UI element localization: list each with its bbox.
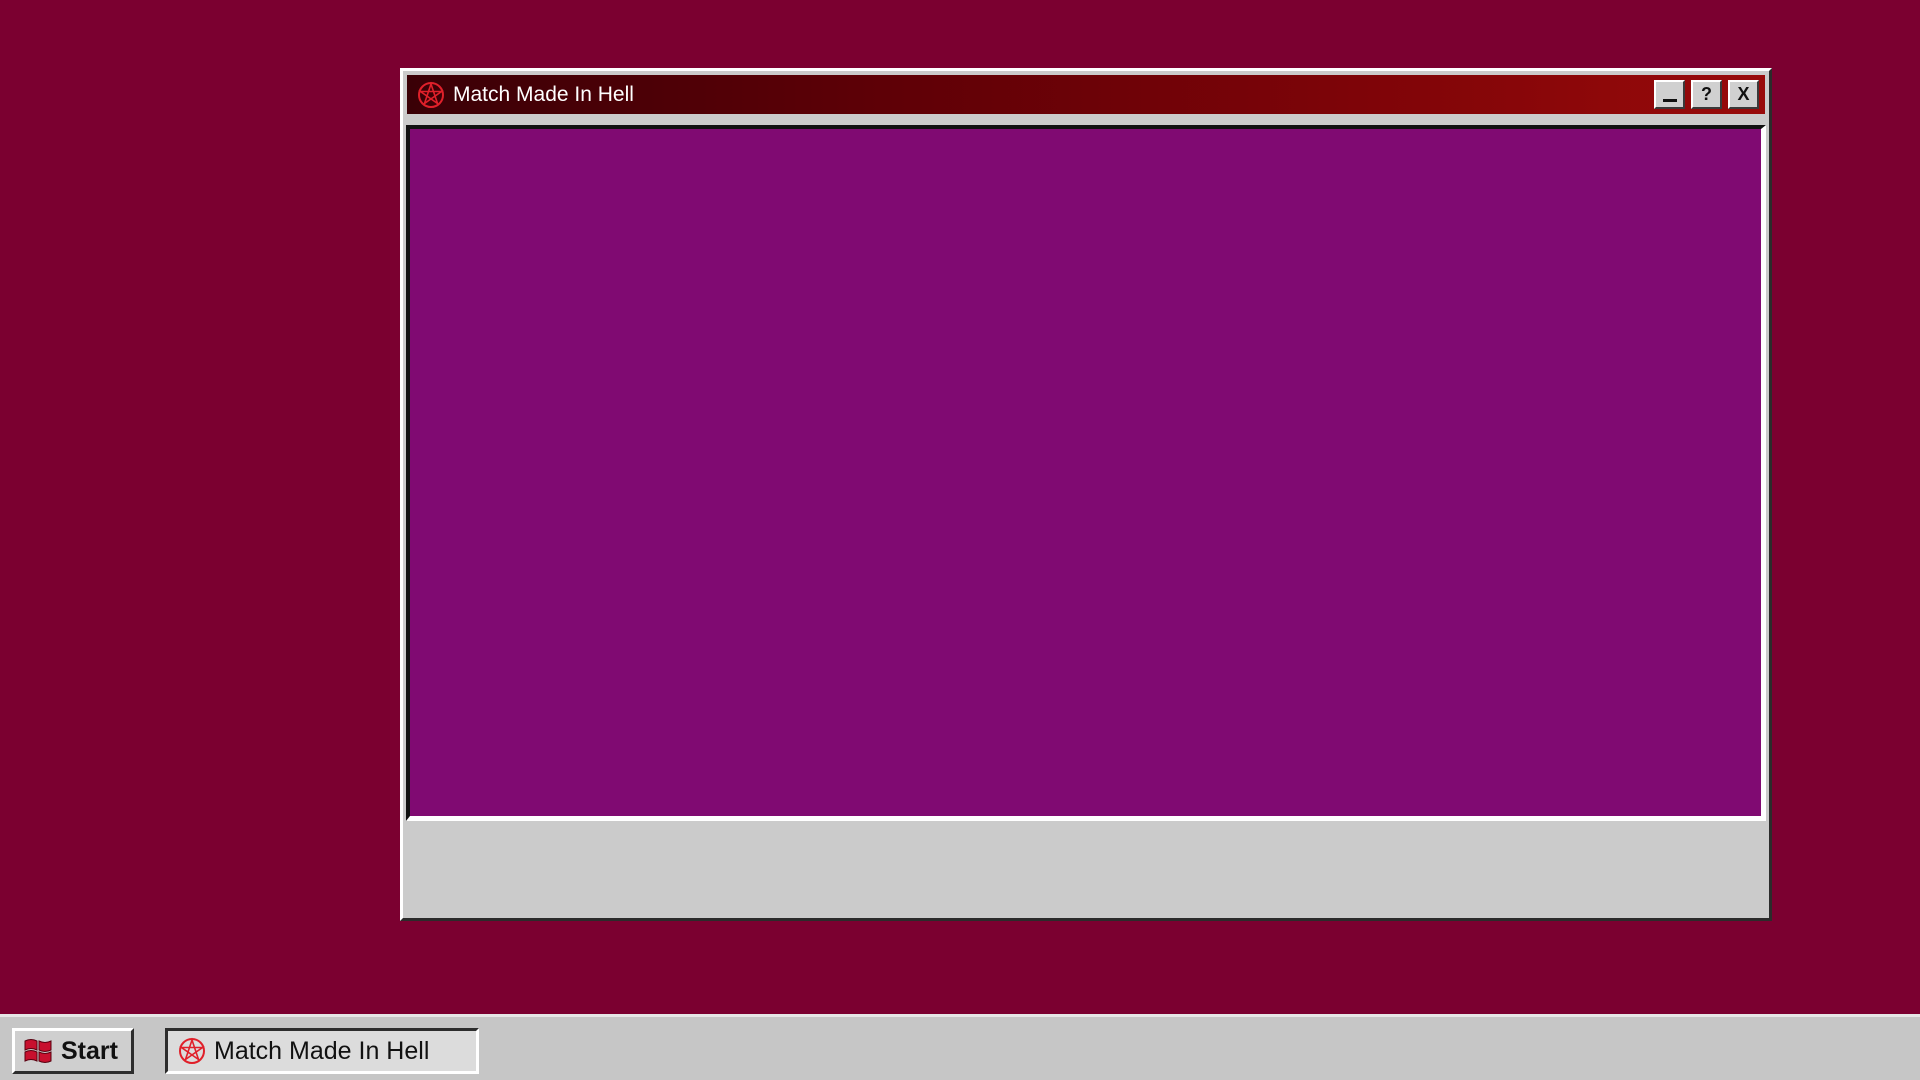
start-button[interactable]: Start bbox=[12, 1028, 134, 1074]
minimize-icon bbox=[1662, 99, 1677, 102]
taskbar-item-match-made-in-hell[interactable]: Match Made In Hell bbox=[165, 1028, 479, 1074]
close-button[interactable]: X bbox=[1728, 80, 1759, 109]
help-button[interactable]: ? bbox=[1691, 80, 1722, 109]
window-content-area[interactable] bbox=[406, 125, 1766, 821]
pentagram-icon bbox=[415, 79, 447, 111]
app-window: Match Made In Hell ? X bbox=[400, 68, 1772, 921]
window-titlebar[interactable]: Match Made In Hell ? X bbox=[407, 75, 1765, 114]
taskbar: Start Match Made In Hell bbox=[0, 1014, 1920, 1080]
minimize-button[interactable] bbox=[1654, 80, 1685, 109]
window-controls: ? X bbox=[1654, 80, 1759, 109]
flag-icon bbox=[23, 1037, 53, 1065]
taskbar-item-label: Match Made In Hell bbox=[214, 1036, 430, 1065]
pentagram-icon bbox=[176, 1035, 208, 1067]
window-title: Match Made In Hell bbox=[453, 82, 634, 106]
start-label: Start bbox=[61, 1036, 118, 1065]
